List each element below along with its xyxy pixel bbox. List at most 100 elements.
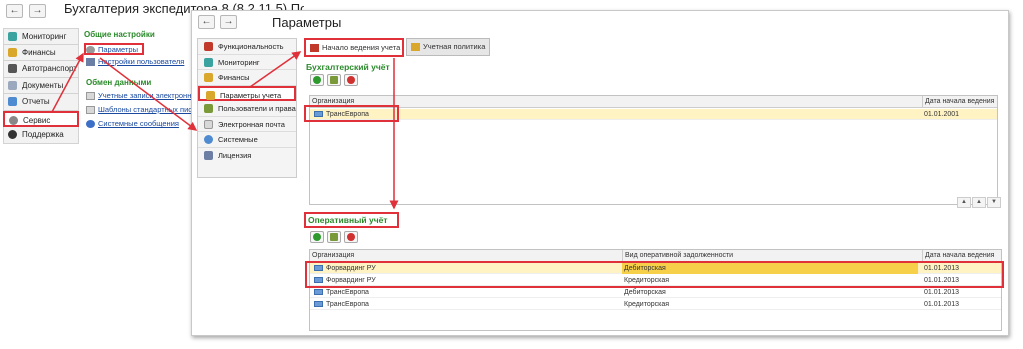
add-button[interactable] — [310, 74, 324, 86]
sidebar-item-label: Электронная почта — [218, 119, 285, 129]
column-header[interactable]: Дата начала ведения — [922, 250, 1001, 261]
plus-icon — [313, 76, 321, 84]
sidebar-item-label: Автотранспорт — [22, 64, 77, 73]
close-icon — [347, 76, 355, 84]
envelope-icon — [204, 119, 213, 129]
monitoring-icon — [8, 32, 17, 41]
back-button[interactable]: ← — [6, 4, 23, 18]
sidebar-item-service[interactable]: Сервис — [3, 110, 79, 127]
finance-icon — [206, 90, 215, 100]
table-row[interactable]: ТрансЕвропа Кредиторская 01.01.2013 — [310, 299, 1001, 310]
monitoring-icon — [204, 57, 213, 67]
sidebar-item-label: Мониторинг — [218, 57, 260, 67]
gear-icon — [86, 46, 95, 53]
tab-start-date[interactable]: Начало ведения учета — [304, 38, 404, 57]
link-user-settings[interactable]: Настройки пользователя — [86, 57, 196, 66]
sidebar-item-functionality[interactable]: Функциональность — [198, 39, 296, 55]
gear-icon — [9, 115, 18, 125]
link-label: Системные сообщения — [98, 119, 179, 128]
grid-header: Организация Дата начала ведения — [310, 96, 997, 108]
bg-sidebar: Мониторинг Финансы Автотранспорт Докумен… — [3, 28, 79, 144]
users-icon — [204, 104, 213, 113]
link-templates[interactable]: Шаблоны стандартных писем — [86, 105, 191, 114]
link-parameters[interactable]: Параметры — [84, 43, 144, 55]
column-header[interactable]: Организация — [310, 96, 910, 107]
cell-debt-type: Кредиторская — [624, 301, 670, 308]
scroll-down-button[interactable]: ▼ — [987, 197, 1001, 208]
delete-button[interactable] — [344, 231, 358, 243]
info-icon — [86, 120, 95, 128]
section-accounting: Бухгалтерский учёт — [306, 62, 390, 72]
sidebar-item-label: Сервис — [23, 115, 51, 125]
sidebar-item-label: Лицензия — [218, 150, 252, 160]
wrench-icon — [86, 58, 95, 66]
finance-icon — [8, 47, 17, 57]
delete-button[interactable] — [344, 74, 358, 86]
sidebar-item-label: Финансы — [218, 73, 250, 82]
sidebar-item-monitoring[interactable]: Мониторинг — [3, 28, 79, 45]
gear-icon — [204, 135, 213, 144]
edit-button[interactable] — [327, 74, 341, 86]
section-operational: Оперативный учёт — [308, 215, 388, 225]
tab-label: Учетная политика — [423, 42, 486, 51]
tools-icon — [310, 44, 319, 52]
envelope-icon — [86, 106, 95, 114]
sidebar-item-label: Отчеты — [22, 97, 50, 106]
scroll-top-button[interactable]: ▲ — [957, 197, 971, 208]
add-button[interactable] — [310, 231, 324, 243]
table-row[interactable]: ТрансЕвропа 01.01.2001 — [310, 109, 997, 120]
scroll-up-button[interactable]: ▲ — [972, 197, 986, 208]
scales-icon — [411, 43, 420, 51]
sidebar-item-documents[interactable]: Документы — [3, 77, 79, 94]
plus-icon — [313, 233, 321, 241]
forward-button[interactable]: → — [220, 15, 237, 29]
link-label: Параметры — [98, 45, 138, 54]
forward-button[interactable]: → — [29, 4, 46, 18]
pencil-icon — [330, 233, 338, 241]
sidebar-item-monitoring[interactable]: Мониторинг — [198, 55, 296, 70]
license-icon — [204, 150, 213, 160]
group-general-settings: Общие настройки — [84, 30, 155, 39]
organization-icon — [314, 301, 323, 307]
cell-organization: ТрансЕвропа — [326, 301, 369, 308]
finance-icon — [204, 73, 213, 82]
document-icon — [8, 80, 17, 90]
sidebar-item-label: Системные — [218, 135, 258, 144]
sidebar-item-label: Параметры учета — [220, 90, 282, 100]
group-data-exchange: Обмен данными — [86, 78, 152, 87]
window-title: Параметры — [272, 15, 342, 30]
sidebar-item-reports[interactable]: Отчеты — [3, 94, 79, 111]
envelope-icon — [86, 92, 95, 100]
cell-debt-type: Дебиторская — [624, 289, 666, 296]
sidebar-item-finance[interactable]: Финансы — [198, 70, 296, 86]
link-label: Учетные записи электронной почты — [98, 91, 191, 100]
cell-organization: ТрансЕвропа — [326, 289, 369, 296]
sidebar-item-license[interactable]: Лицензия — [198, 148, 296, 164]
sidebar-item-support[interactable]: Поддержка — [3, 127, 79, 144]
column-header[interactable]: Вид оперативной задолженности — [622, 250, 918, 261]
link-email-accounts[interactable]: Учетные записи электронной почты — [86, 91, 191, 100]
highlight-box — [304, 105, 399, 122]
back-button[interactable]: ← — [198, 15, 215, 29]
sidebar-item-finance[interactable]: Финансы — [3, 44, 79, 61]
tab-label: Начало ведения учета — [322, 43, 401, 52]
tab-accounting-policy[interactable]: Учетная политика — [406, 38, 490, 56]
sidebar-item-label: Финансы — [22, 47, 56, 57]
sidebar-item-users[interactable]: Пользователи и права — [198, 101, 296, 117]
pencil-icon — [330, 76, 338, 84]
sidebar-item-label: Мониторинг — [22, 32, 67, 41]
sidebar-item-email[interactable]: Электронная почта — [198, 117, 296, 132]
column-header[interactable]: Организация — [310, 250, 620, 261]
organization-icon — [314, 289, 323, 295]
sidebar-item-accounting-params[interactable]: Параметры учета — [198, 85, 296, 101]
sidebar-item-system[interactable]: Системные — [198, 132, 296, 148]
link-system-messages[interactable]: Системные сообщения — [86, 119, 191, 128]
params-sidebar: Функциональность Мониторинг Финансы Пара… — [197, 38, 297, 178]
column-header[interactable]: Дата начала ведения — [922, 96, 997, 107]
parameters-window: ← → Параметры Функциональность Мониторин… — [191, 10, 1009, 336]
table-row[interactable]: ТрансЕвропа Дебиторская 01.01.2013 — [310, 287, 1001, 298]
edit-button[interactable] — [327, 231, 341, 243]
sidebar-item-transport[interactable]: Автотранспорт — [3, 61, 79, 78]
close-icon — [347, 233, 355, 241]
tools-icon — [204, 42, 213, 51]
